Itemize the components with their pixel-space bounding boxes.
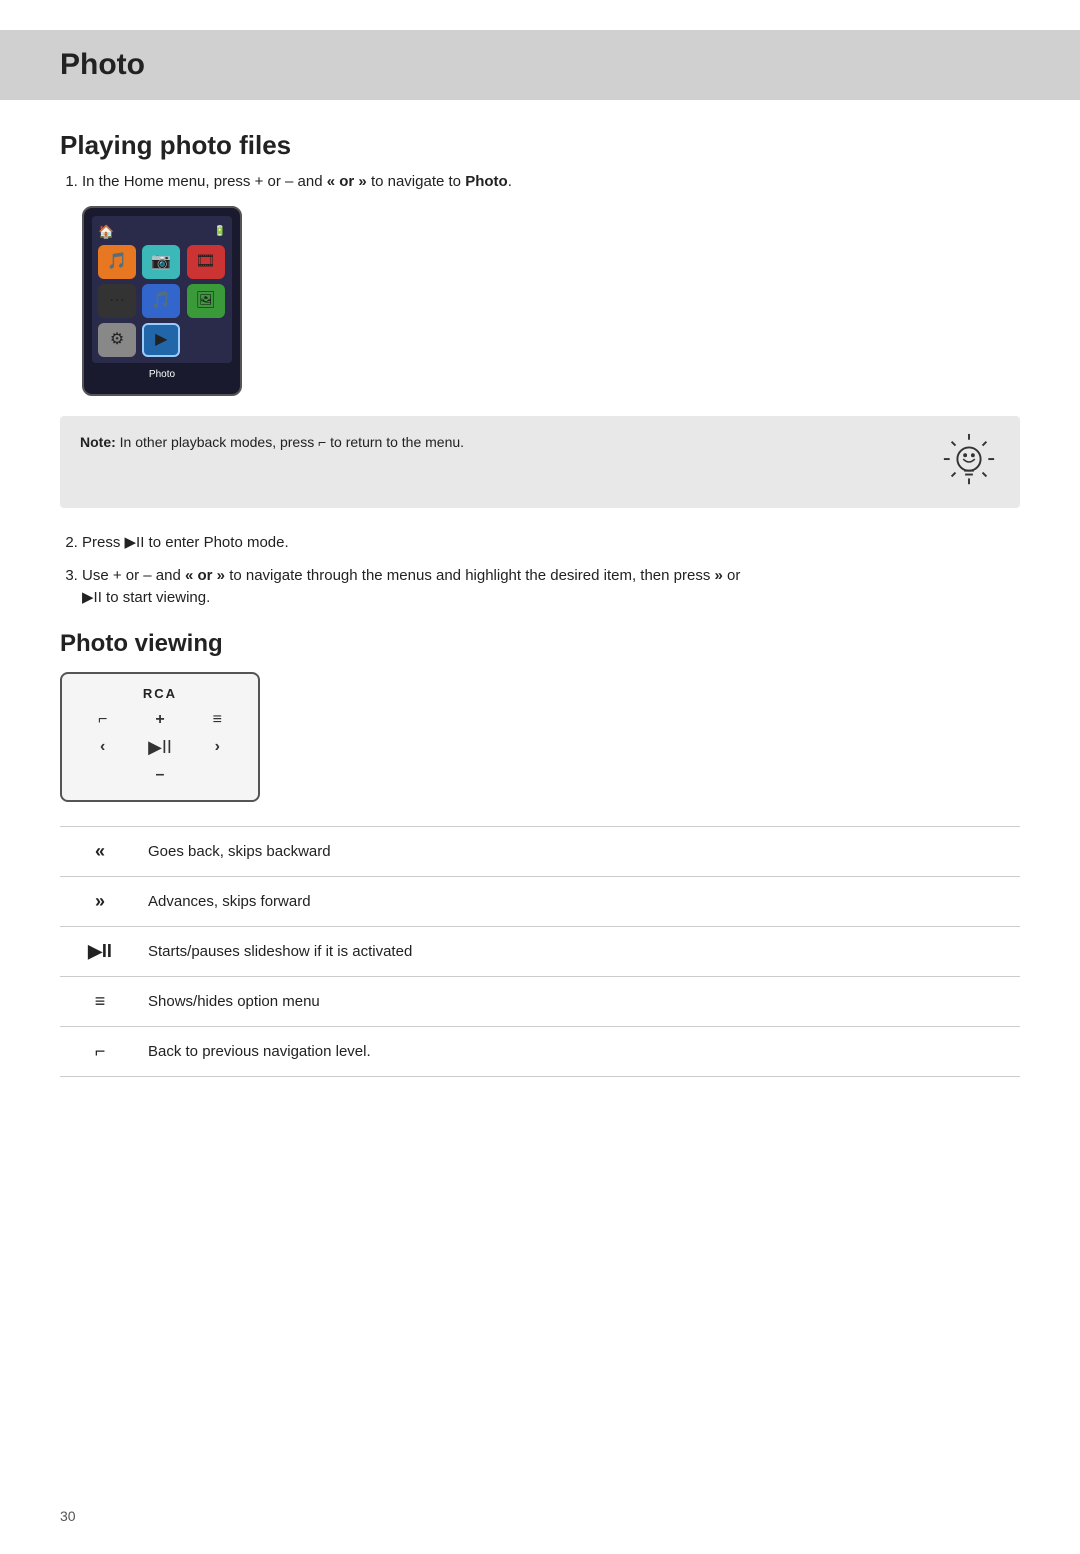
key-symbol: « xyxy=(60,826,140,876)
phone-screen: 🏠 🔋 🎵 📷 🎞 ⋯ 🎵 🖼 ⚙ ▶ xyxy=(92,216,232,364)
table-row: «Goes back, skips backward xyxy=(60,826,1020,876)
key-symbol: » xyxy=(60,876,140,926)
step-1: In the Home menu, press + or – and « or … xyxy=(82,171,1020,396)
step-2: Press ▶II to enter Photo mode. xyxy=(82,532,1020,555)
device-mockup: RCA ⌐ + ≡ ‹ ▶II › – xyxy=(60,672,260,802)
steps-list: In the Home menu, press + or – and « or … xyxy=(60,171,1020,396)
back-btn: ⌐ xyxy=(98,711,107,729)
phone-label: Photo xyxy=(92,367,232,382)
app-note-icon: 🎵 xyxy=(142,284,180,318)
phone-top-bar: 🏠 🔋 xyxy=(98,222,226,242)
home-icon: 🏠 xyxy=(98,222,114,242)
table-row: »Advances, skips forward xyxy=(60,876,1020,926)
key-description: Back to previous navigation level. xyxy=(140,1026,1020,1076)
note-box: Note: In other playback modes, press ⌐ t… xyxy=(60,416,1020,508)
battery-icon: 🔋 xyxy=(214,224,226,239)
app-grid: 🎵 📷 🎞 ⋯ 🎵 🖼 ⚙ ▶ xyxy=(98,245,226,357)
step2-text: Press ▶II to enter Photo mode. xyxy=(82,534,289,551)
steps-list-2: Press ▶II to enter Photo mode. Use + or … xyxy=(60,532,1020,610)
device-buttons: ⌐ + ≡ ‹ ▶II › xyxy=(78,711,242,758)
plus-btn: + xyxy=(155,711,164,729)
minus-section: – xyxy=(78,766,242,784)
page-number: 30 xyxy=(60,1508,76,1524)
step-3: Use + or – and « or » to navigate throug… xyxy=(82,565,1020,610)
next-btn: › xyxy=(215,738,220,756)
table-row: ▶IIStarts/pauses slideshow if it is acti… xyxy=(60,926,1020,976)
key-table: «Goes back, skips backward»Advances, ski… xyxy=(60,826,1020,1077)
step3-text: Use + or – and « or » to navigate throug… xyxy=(82,567,740,607)
key-description: Starts/pauses slideshow if it is activat… xyxy=(140,926,1020,976)
app-selected-icon: ▶ xyxy=(142,323,180,357)
page-title: Photo xyxy=(60,48,1020,82)
prev-btn: ‹ xyxy=(100,738,105,756)
table-row: ⌐Back to previous navigation level. xyxy=(60,1026,1020,1076)
app-video-icon: 🎞 xyxy=(187,245,225,279)
app-apps-icon: ⋯ xyxy=(98,284,136,318)
phone-mockup: 🏠 🔋 🎵 📷 🎞 ⋯ 🎵 🖼 ⚙ ▶ xyxy=(82,206,242,397)
app-music-icon: 🎵 xyxy=(98,245,136,279)
app-settings-icon: ⚙ xyxy=(98,323,136,357)
page: Photo Playing photo files In the Home me… xyxy=(0,0,1080,1554)
key-symbol: ≡ xyxy=(60,976,140,1026)
key-description: Shows/hides option menu xyxy=(140,976,1020,1026)
play-btn: ▶II xyxy=(148,737,172,758)
table-row: ≡Shows/hides option menu xyxy=(60,976,1020,1026)
playing-photo-files-section: Playing photo files In the Home menu, pr… xyxy=(60,130,1020,610)
app-photo-icon: 🖼 xyxy=(187,284,225,318)
key-description: Goes back, skips backward xyxy=(140,826,1020,876)
photo-viewing-section: Photo viewing RCA ⌐ + ≡ ‹ ▶II › – «Goes … xyxy=(60,630,1020,1077)
minus-btn: – xyxy=(156,766,165,784)
section-heading-viewing: Photo viewing xyxy=(60,630,1020,658)
note-content: Note: In other playback modes, press ⌐ t… xyxy=(80,432,920,453)
sun-icon xyxy=(940,432,1000,492)
device-brand: RCA xyxy=(143,686,177,701)
app-camera-icon: 📷 xyxy=(142,245,180,279)
note-label: Note: xyxy=(80,434,116,450)
key-description: Advances, skips forward xyxy=(140,876,1020,926)
device-top-bar: RCA xyxy=(78,686,242,701)
key-symbol: ▶II xyxy=(60,926,140,976)
menu-btn: ≡ xyxy=(213,711,222,729)
key-symbol: ⌐ xyxy=(60,1026,140,1076)
step1-text: In the Home menu, press + or – and « or … xyxy=(82,173,512,190)
page-header: Photo xyxy=(0,30,1080,100)
section-heading-playing: Playing photo files xyxy=(60,130,1020,161)
note-body: In other playback modes, press ⌐ to retu… xyxy=(120,434,464,450)
